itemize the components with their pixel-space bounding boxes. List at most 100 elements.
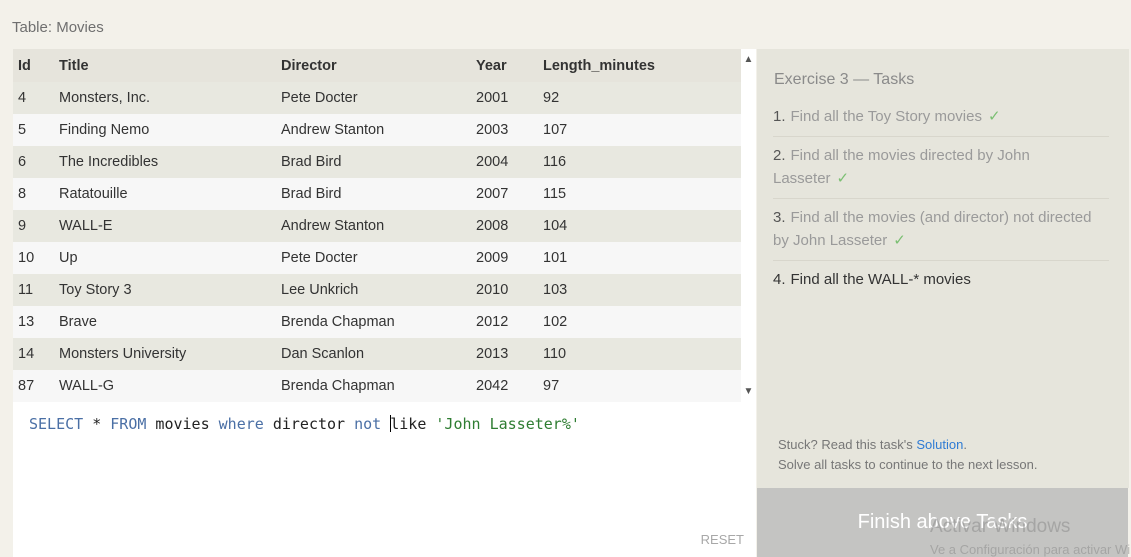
- table-cell: 9: [13, 210, 54, 242]
- table-cell: Brad Bird: [276, 146, 471, 178]
- stuck-suffix: .: [963, 437, 967, 452]
- task-item: 3. Find all the movies (and director) not…: [773, 206, 1109, 261]
- task-number: 2.: [773, 147, 786, 164]
- keyword-from: FROM: [110, 415, 147, 433]
- watermark-line2: Ve a Configuración para activar Windows.: [930, 542, 1131, 557]
- table-cell: Pete Docter: [276, 82, 471, 114]
- table-cell: Lee Unkrich: [276, 274, 471, 306]
- tasks-panel: Exercise 3 — Tasks 1. Find all the Toy St…: [757, 49, 1129, 488]
- sql-query-input[interactable]: SELECT * FROM movies where director not …: [29, 415, 580, 433]
- scroll-up-icon[interactable]: ▲: [741, 53, 756, 67]
- solution-link[interactable]: Solution: [916, 437, 963, 452]
- table-cell: 104: [538, 210, 741, 242]
- table-cell: 116: [538, 146, 741, 178]
- table-cell: Brave: [54, 306, 276, 338]
- table-cell: 115: [538, 178, 741, 210]
- table-row: 8 Ratatouille Brad Bird 2007 115: [13, 178, 741, 210]
- table-row: 9 WALL-E Andrew Stanton 2008 104: [13, 210, 741, 242]
- table-cell: Up: [54, 242, 276, 274]
- windows-activation-watermark: Activar Windows Ve a Configuración para …: [930, 516, 1131, 557]
- table-row: 11 Toy Story 3 Lee Unkrich 2010 103: [13, 274, 741, 306]
- results-table: Id Title Director Year Length_minutes 4 Monst…: [13, 49, 741, 402]
- table-cell: 10: [13, 242, 54, 274]
- checkmark-icon: ✓: [988, 108, 1001, 125]
- table-cell: 5: [13, 114, 54, 146]
- table-row: 4 Monsters, Inc. Pete Docter 2001 92: [13, 82, 741, 114]
- table-cell: 4: [13, 82, 54, 114]
- table-cell: 103: [538, 274, 741, 306]
- keyword-select: SELECT: [29, 415, 84, 433]
- results-table-panel[interactable]: Id Title Director Year Length_minutes 4 Monst…: [13, 49, 756, 403]
- table-cell: 14: [13, 338, 54, 370]
- task-text: Find all the Toy Story movies: [790, 108, 982, 125]
- table-cell: Brenda Chapman: [276, 306, 471, 338]
- table-cell: 87: [13, 370, 54, 402]
- table-cell: Dan Scanlon: [276, 338, 471, 370]
- table-row: 14 Monsters University Dan Scanlon 2013 110: [13, 338, 741, 370]
- table-cell: 92: [538, 82, 741, 114]
- column-header-length_minutes: Length_minutes: [538, 49, 741, 82]
- scroll-down-icon[interactable]: ▼: [741, 385, 756, 399]
- table-cell: Finding Nemo: [54, 114, 276, 146]
- table-cell: Monsters, Inc.: [54, 82, 276, 114]
- continue-text: Solve all tasks to continue to the next …: [778, 457, 1038, 472]
- task-list: 1. Find all the Toy Story movies ✓ 2. Find a…: [773, 105, 1109, 306]
- query-token: movies: [146, 415, 219, 433]
- table-row: 87 WALL-G Brenda Chapman 2042 97: [13, 370, 741, 402]
- table-cell: 2008: [471, 210, 538, 242]
- table-cell: 2007: [471, 178, 538, 210]
- checkmark-icon: ✓: [893, 232, 906, 249]
- watermark-line1: Activar Windows: [930, 516, 1071, 537]
- table-row: 5 Finding Nemo Andrew Stanton 2003 107: [13, 114, 741, 146]
- task-item: 4. Find all the WALL-* movies: [773, 268, 1109, 299]
- sql-editor[interactable]: SELECT * FROM movies where director not …: [13, 403, 756, 557]
- stuck-help: Stuck? Read this task's Solution. Solve …: [778, 435, 1118, 475]
- table-cell: 8: [13, 178, 54, 210]
- task-item: 1. Find all the Toy Story movies ✓: [773, 105, 1109, 137]
- query-token: [381, 415, 390, 433]
- table-cell: 6: [13, 146, 54, 178]
- table-cell: Andrew Stanton: [276, 114, 471, 146]
- task-number: 4.: [773, 271, 786, 288]
- table-cell: Pete Docter: [276, 242, 471, 274]
- table-cell: 2001: [471, 82, 538, 114]
- table-cell: Brenda Chapman: [276, 370, 471, 402]
- table-cell: The Incredibles: [54, 146, 276, 178]
- table-cell: 2012: [471, 306, 538, 338]
- stuck-prefix: Stuck? Read this task's: [778, 437, 917, 452]
- table-cell: 110: [538, 338, 741, 370]
- task-item: 2. Find all the movies directed by John L…: [773, 144, 1109, 199]
- table-body: 4 Monsters, Inc. Pete Docter 2001 92 5 Finding…: [13, 82, 741, 402]
- table-cell: 2010: [471, 274, 538, 306]
- keyword-like: like: [390, 415, 427, 433]
- table-cell: WALL-G: [54, 370, 276, 402]
- table-label: Table: Movies: [12, 19, 104, 36]
- table-cell: Monsters University: [54, 338, 276, 370]
- table-cell: 101: [538, 242, 741, 274]
- string-literal: 'John Lasseter%': [435, 415, 580, 433]
- table-cell: 107: [538, 114, 741, 146]
- table-cell: 2004: [471, 146, 538, 178]
- table-cell: 2003: [471, 114, 538, 146]
- task-text: Find all the movies (and director) not d…: [773, 209, 1092, 249]
- table-row: 6 The Incredibles Brad Bird 2004 116: [13, 146, 741, 178]
- keyword-where: where: [218, 415, 264, 433]
- task-text: Find all the WALL-* movies: [790, 271, 971, 288]
- checkmark-icon: ✓: [836, 170, 850, 187]
- table-cell: Toy Story 3: [54, 274, 276, 306]
- table-cell: 13: [13, 306, 54, 338]
- task-number: 1.: [773, 108, 786, 125]
- reset-button[interactable]: RESET: [701, 532, 744, 547]
- table-row: 10 Up Pete Docter 2009 101: [13, 242, 741, 274]
- query-token: *: [83, 415, 111, 433]
- table-cell: Brad Bird: [276, 178, 471, 210]
- column-header-director: Director: [276, 49, 471, 82]
- table-cell: 2042: [471, 370, 538, 402]
- table-cell: Andrew Stanton: [276, 210, 471, 242]
- table-cell: 97: [538, 370, 741, 402]
- table-row: 13 Brave Brenda Chapman 2012 102: [13, 306, 741, 338]
- table-cell: 11: [13, 274, 54, 306]
- keyword-not: not: [354, 415, 382, 433]
- task-number: 3.: [773, 209, 786, 226]
- vertical-scrollbar[interactable]: ▲ ▼: [741, 49, 756, 403]
